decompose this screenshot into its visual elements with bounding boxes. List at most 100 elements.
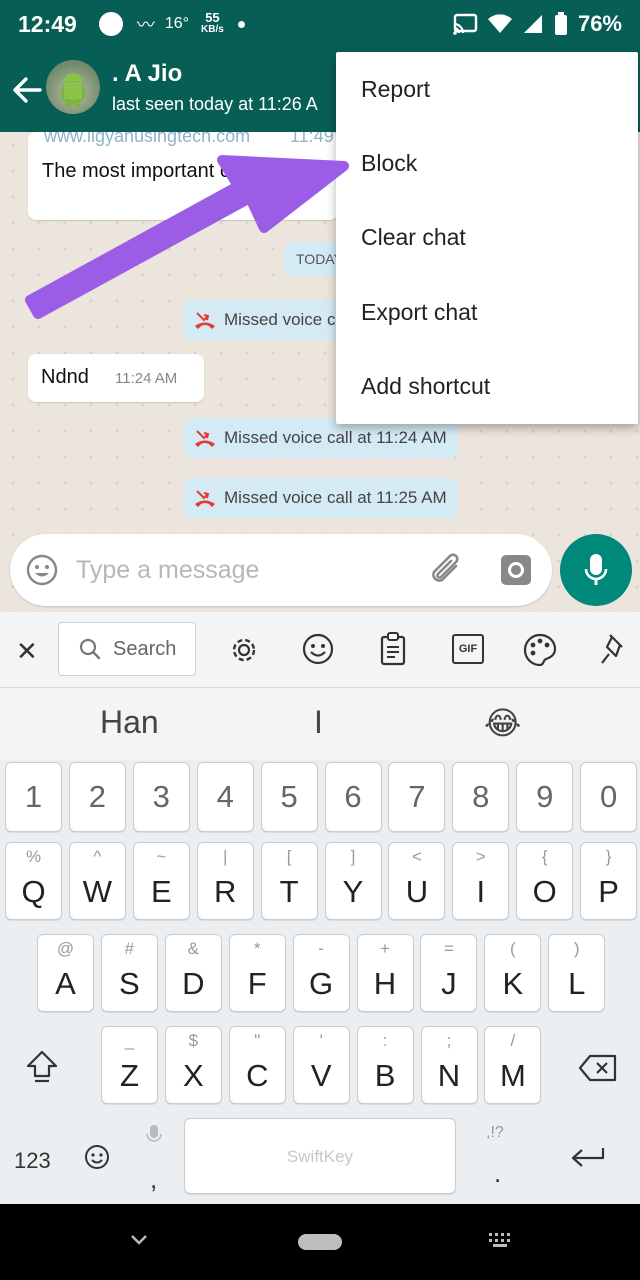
close-toolbar-icon[interactable]: ✕	[16, 636, 38, 667]
emoji-panel-icon[interactable]	[301, 632, 335, 666]
voice-record-button[interactable]	[560, 534, 632, 606]
theme-palette-icon[interactable]	[522, 632, 558, 668]
search-label: Search	[113, 638, 177, 660]
keyboard: ✕ Search GIF Han I 😂 1 2 3 4 5 6 7 8 9 0% Q ^ W ~ E | R[…	[0, 612, 640, 1204]
contact-avatar[interactable]	[46, 60, 100, 114]
clipboard-icon[interactable]	[380, 632, 406, 666]
key-r[interactable]: | R	[196, 842, 254, 920]
key-f[interactable]: * F	[228, 934, 286, 1012]
key-h[interactable]: + H	[356, 934, 414, 1012]
key-q-secondary: %	[25, 847, 42, 866]
key-u-secondary: <	[411, 847, 422, 866]
message-composer[interactable]: Type a message	[10, 534, 552, 606]
menu-item-add-shortcut[interactable]: Add shortcut	[336, 350, 638, 424]
key-t[interactable]: [T	[260, 842, 318, 920]
keyboard-search-button[interactable]: Search	[58, 622, 196, 676]
contact-name[interactable]: . A Jio	[112, 60, 182, 88]
key-num-8[interactable]: 8	[452, 762, 510, 832]
shift-key-icon[interactable]	[24, 1048, 60, 1089]
message-input[interactable]: Type a message	[76, 556, 259, 585]
camera-icon[interactable]	[500, 554, 532, 586]
missed-call-icon	[195, 490, 215, 507]
settings-gear-icon[interactable]	[226, 632, 262, 668]
pin-icon[interactable]	[600, 632, 628, 666]
status-temperature: 16°	[164, 15, 190, 32]
key-num-4[interactable]: 4	[196, 762, 254, 832]
menu-item-block[interactable]: Block	[336, 126, 638, 200]
signal-icon	[523, 15, 542, 33]
key-s[interactable]: # S	[100, 934, 158, 1012]
key-i-secondary: >	[475, 847, 486, 866]
key-num-3[interactable]: 3	[132, 762, 190, 832]
key-k[interactable]: (K	[484, 934, 542, 1012]
keyboard-switch-icon[interactable]	[488, 1232, 514, 1248]
emoji-key-icon[interactable]	[84, 1144, 110, 1170]
suggestion-bar: Han I 😂	[0, 688, 640, 760]
key-z[interactable]: _ Z	[101, 1026, 158, 1104]
key-e[interactable]: ~ E	[132, 842, 190, 920]
key-num-6[interactable]: 6	[324, 762, 382, 832]
gif-button[interactable]: GIF	[452, 634, 484, 664]
key-i[interactable]: > I	[452, 842, 510, 920]
key-n[interactable]: ; N	[420, 1026, 478, 1104]
attach-icon[interactable]	[428, 552, 466, 588]
missed-call-notice[interactable]: Missed voice call at 11:25 AM	[184, 478, 458, 518]
key-s-label: S	[119, 966, 140, 1001]
menu-item-clear-chat[interactable]: Clear chat	[336, 201, 638, 275]
key-a[interactable]: @ A	[37, 934, 94, 1012]
key-p-secondary: }	[605, 847, 612, 866]
key-l-label: L	[568, 966, 586, 1001]
key-c[interactable]: " C	[228, 1026, 286, 1104]
message-bubble-incoming[interactable]: Ndnd 11:24 AM	[28, 354, 204, 402]
key-d[interactable]: & D	[164, 934, 222, 1012]
key-o[interactable]: {O	[516, 842, 574, 920]
emoji-icon[interactable]	[26, 554, 58, 586]
overflow-menu: Report Block Clear chat Export chat Add …	[336, 52, 638, 424]
key-num-9[interactable]: 9	[516, 762, 574, 832]
nav-collapse-icon[interactable]	[130, 1234, 148, 1246]
key-num-7[interactable]: 7	[388, 762, 446, 832]
key-num-0[interactable]: 0	[580, 762, 638, 832]
suggestion-emoji[interactable]: 😂	[484, 704, 521, 742]
space-bar[interactable]: SwiftKey	[184, 1118, 456, 1194]
key-q[interactable]: % Q	[5, 842, 62, 920]
key-num-5[interactable]: 5	[260, 762, 318, 832]
message-text: The most important of all	[42, 160, 263, 182]
suggestion-2[interactable]: I	[314, 704, 323, 741]
key-w[interactable]: ^ W	[68, 842, 126, 920]
key-l[interactable]: ) L	[548, 934, 606, 1012]
key-p[interactable]: } P	[580, 842, 638, 920]
message-bubble-incoming[interactable]: www.ilgyanusingtech.com 11:49 The most i…	[28, 132, 338, 220]
key-j-secondary: =	[443, 939, 454, 958]
key-num-9-label: 9	[536, 779, 554, 814]
key-num-1[interactable]: 1	[5, 762, 62, 832]
key-g[interactable]: -G	[292, 934, 350, 1012]
period-key[interactable]: .	[494, 1158, 501, 1189]
key-y[interactable]: ] Y	[324, 842, 382, 920]
comma-key[interactable]: ,	[150, 1164, 157, 1195]
key-m[interactable]: / M	[484, 1026, 542, 1104]
key-k-label: K	[502, 966, 524, 1001]
key-x[interactable]: $ X	[164, 1026, 222, 1104]
nav-home-pill[interactable]	[298, 1234, 342, 1250]
key-v[interactable]: ' V	[292, 1026, 350, 1104]
missed-call-notice[interactable]: Missed voice call at 11:24 AM	[184, 418, 458, 458]
key-a-secondary: @	[56, 939, 75, 958]
suggestion-1[interactable]: Han	[100, 704, 159, 741]
menu-item-export-chat[interactable]: Export chat	[336, 275, 638, 349]
key-num-2[interactable]: 2	[68, 762, 126, 832]
key-e-secondary: ~	[156, 847, 167, 866]
numbers-key[interactable]: 123	[14, 1148, 51, 1174]
key-t-secondary: [	[286, 847, 292, 866]
key-j[interactable]: = J	[420, 934, 478, 1012]
key-a-label: A	[55, 966, 76, 1001]
key-g-secondary: -	[318, 939, 324, 958]
key-u-label: U	[405, 874, 429, 909]
back-arrow-icon[interactable]	[10, 70, 44, 110]
key-u[interactable]: < U	[388, 842, 446, 920]
enter-key-icon[interactable]	[570, 1146, 606, 1170]
menu-item-report[interactable]: Report	[336, 52, 638, 126]
missed-call-notice[interactable]: Missed voice c	[184, 300, 354, 340]
key-b[interactable]: :B	[356, 1026, 414, 1104]
backspace-key-icon[interactable]	[578, 1054, 618, 1087]
